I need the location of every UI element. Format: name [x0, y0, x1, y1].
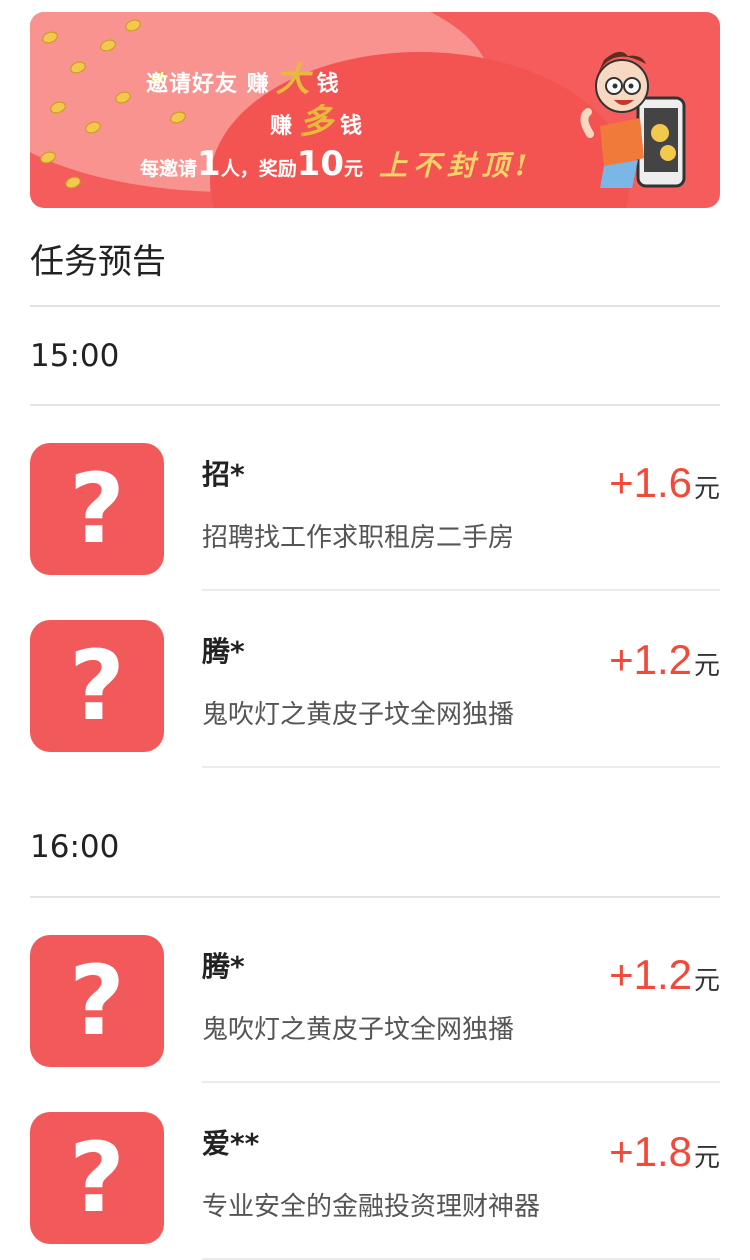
task-description: 招聘找工作求职租房二手房 — [202, 523, 515, 553]
reward-amount: +1.2 — [609, 951, 692, 998]
banner-text: 赚 — [270, 114, 294, 139]
banner-number: 1 — [197, 144, 221, 184]
question-mark-icon: ? — [69, 1122, 125, 1234]
banner-text: 钱 — [340, 114, 364, 139]
reward-amount: +1.6 — [609, 459, 692, 506]
task-reward: +1.2元 — [609, 951, 720, 999]
divider — [30, 896, 720, 898]
banner-text: 人，奖励 — [220, 158, 297, 180]
banner-text-big: 多 — [299, 102, 335, 142]
task-row[interactable]: ? 招* 招聘找工作求职租房二手房 +1.6元 — [30, 443, 720, 591]
task-description: 专业安全的金融投资理财神器 — [202, 1192, 541, 1222]
coin-icon — [63, 174, 83, 191]
reward-amount: +1.2 — [609, 636, 692, 683]
task-reward: +1.8元 — [609, 1128, 720, 1176]
reward-unit: 元 — [693, 1142, 720, 1172]
banner-text: 元 — [344, 158, 364, 180]
task-reward: +1.2元 — [609, 636, 720, 684]
reward-unit: 元 — [693, 473, 720, 503]
row-divider — [202, 766, 720, 768]
task-description: 鬼吹灯之黄皮子坟全网独播 — [202, 1015, 515, 1045]
banner-text: 每邀请 — [140, 158, 198, 180]
app-placeholder-icon: ? — [30, 620, 164, 752]
mascot-illustration — [580, 51, 686, 188]
time-slot-label: 15:00 — [30, 338, 120, 374]
banner-headline-2: 赚多钱 — [270, 94, 363, 143]
row-divider — [202, 589, 720, 591]
reward-amount: +1.8 — [609, 1128, 692, 1175]
task-name: 招* — [202, 458, 245, 491]
banner-number: 10 — [296, 144, 345, 184]
question-mark-icon: ? — [69, 453, 125, 565]
app-placeholder-icon: ? — [30, 935, 164, 1067]
page-title: 任务预告 — [30, 242, 166, 282]
task-name: 腾* — [202, 635, 245, 668]
task-reward: +1.6元 — [609, 459, 720, 507]
app-placeholder-icon: ? — [30, 1112, 164, 1244]
task-description: 鬼吹灯之黄皮子坟全网独播 — [202, 700, 515, 730]
banner-slogan: 上不封顶! — [379, 149, 534, 182]
question-mark-icon: ? — [69, 630, 125, 742]
invite-banner[interactable]: 邀请好友 赚大钱 赚多钱 每邀请1人，奖励10元 上不封顶! — [30, 12, 720, 208]
row-divider — [202, 1081, 720, 1083]
question-mark-icon: ? — [69, 945, 125, 1057]
banner-reward-line: 每邀请1人，奖励10元 上不封顶! — [140, 144, 533, 184]
divider — [30, 305, 720, 307]
task-row[interactable]: ? 爱** 专业安全的金融投资理财神器 +1.8元 — [30, 1112, 720, 1260]
reward-unit: 元 — [693, 650, 720, 680]
app-placeholder-icon: ? — [30, 443, 164, 575]
task-name: 爱** — [202, 1127, 260, 1160]
banner-text: 邀请好友 赚 — [146, 72, 270, 97]
time-slot-label: 16:00 — [30, 829, 120, 865]
divider — [30, 404, 720, 406]
task-name: 腾* — [202, 950, 245, 983]
task-row[interactable]: ? 腾* 鬼吹灯之黄皮子坟全网独播 +1.2元 — [30, 935, 720, 1083]
reward-unit: 元 — [693, 965, 720, 995]
task-row[interactable]: ? 腾* 鬼吹灯之黄皮子坟全网独播 +1.2元 — [30, 620, 720, 768]
